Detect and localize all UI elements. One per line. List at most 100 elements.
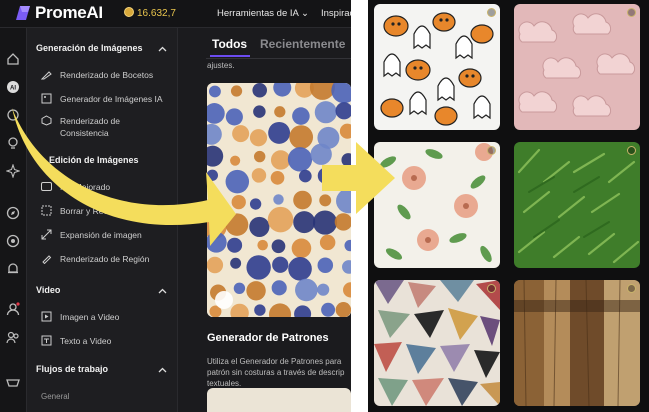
pattern-dot [289, 125, 314, 150]
pattern-dot [319, 194, 332, 207]
paint-icon[interactable] [6, 108, 20, 122]
pattern-dot [321, 302, 336, 317]
pattern-dot [230, 85, 243, 97]
pattern-dot [252, 83, 267, 98]
cloud-pattern [518, 13, 636, 117]
home-icon[interactable] [6, 52, 20, 66]
pattern-dot [231, 194, 246, 210]
previous-card-desc-tail: ajustes. [207, 61, 235, 70]
chevron-down-icon: ⌄ [298, 8, 309, 19]
pattern-dot [207, 195, 223, 211]
pattern-dot [293, 211, 316, 234]
pattern-dot [314, 101, 337, 124]
mosaic-pattern-tile[interactable] [374, 280, 500, 406]
floral-pattern-tile[interactable] [374, 142, 500, 268]
section-video[interactable]: Video [36, 285, 60, 295]
pattern-dot [207, 256, 224, 274]
card-title[interactable]: Generador de Patrones [207, 332, 329, 344]
logo-text[interactable]: PromeAI [35, 3, 103, 23]
pattern-dot [225, 169, 250, 194]
compass-icon[interactable] [6, 206, 20, 220]
pattern-dot [246, 281, 266, 301]
credits-balance[interactable]: 16.632,7 [124, 7, 176, 19]
sparkle-icon[interactable] [6, 164, 20, 178]
pattern-dot [207, 169, 219, 181]
badge-icon [487, 8, 496, 17]
pattern-dot [230, 257, 242, 269]
pattern-dot [233, 282, 246, 294]
bell-icon[interactable] [6, 262, 20, 276]
pattern-dot [270, 150, 291, 170]
pattern-dot [295, 278, 318, 302]
pattern-badge-icon [215, 291, 233, 309]
pattern-dot [271, 239, 286, 254]
icon-rail: AI [0, 28, 27, 412]
pattern-dot [227, 237, 243, 253]
pattern-dot [312, 210, 338, 235]
pattern-dot [299, 169, 312, 183]
badge-icon [627, 146, 636, 155]
grass-pattern-tile[interactable] [514, 142, 640, 268]
workflows-general-label[interactable]: General [41, 392, 69, 401]
pattern-dot [249, 198, 262, 210]
pattern-dot [293, 190, 312, 210]
pattern-dot [292, 107, 310, 125]
pattern-dot [273, 194, 284, 205]
ai-icon[interactable]: AI [6, 80, 20, 94]
chevron-up-icon[interactable] [158, 367, 167, 373]
pattern-dot [317, 167, 335, 184]
pattern-dot [271, 280, 287, 296]
tabs-divider [206, 58, 351, 59]
pattern-generator-card-image[interactable] [207, 83, 351, 317]
promeai-app-screenshot: PromeAI 16.632,7 Herramientas de IA ⌄ In… [0, 0, 351, 412]
cube-icon [41, 115, 52, 126]
coin-icon [124, 7, 134, 17]
pattern-dot [225, 108, 243, 126]
image-icon [41, 93, 52, 104]
section-image-editing[interactable]: Edición de Imágenes [49, 155, 139, 165]
pattern-dot [268, 121, 291, 144]
floral-pattern [379, 143, 493, 263]
halloween-pattern-tile[interactable] [374, 4, 500, 130]
pattern-preview [207, 83, 351, 317]
badge-icon [487, 284, 496, 293]
pattern-dot [232, 125, 250, 143]
pattern-dot [310, 143, 332, 165]
badge-icon [627, 8, 636, 17]
pattern-dot [317, 257, 334, 273]
lightbulb-icon[interactable] [6, 136, 20, 150]
next-card-image[interactable] [207, 388, 351, 412]
chevron-up-icon[interactable] [158, 288, 167, 294]
region-brush-icon [42, 255, 52, 264]
tab-recent[interactable]: Recientemente [260, 37, 345, 51]
tab-all[interactable]: Todos [212, 37, 247, 51]
pattern-dot [249, 216, 270, 238]
target-icon[interactable] [6, 234, 20, 248]
chevron-up-icon[interactable] [158, 46, 167, 52]
promeai-logo-icon[interactable] [14, 4, 32, 22]
basket-icon[interactable] [6, 374, 20, 388]
text-video-icon [41, 335, 52, 346]
pattern-dot [253, 105, 266, 118]
community-icon[interactable] [6, 330, 20, 344]
pattern-dot [267, 206, 294, 233]
pattern-dot [208, 85, 221, 98]
main-content: Todos Recientemente ajustes. Generador d… [178, 28, 351, 412]
pattern-dot [254, 304, 266, 316]
section-image-generation[interactable]: Generación de Imágenes [36, 43, 143, 53]
section-workflows[interactable]: Flujos de trabajo [36, 364, 108, 374]
cloud-pattern-tile[interactable] [514, 4, 640, 130]
pattern-dot [287, 147, 313, 172]
pattern-dot [270, 171, 285, 185]
nav-inspiration[interactable]: Inspiración [321, 8, 351, 19]
white-separator [351, 0, 368, 412]
nav-ai-tools[interactable]: Herramientas de IA ⌄ [217, 8, 309, 19]
pattern-dot [246, 255, 271, 280]
credits-value: 16.632,7 [137, 8, 176, 19]
user-icon[interactable] [6, 302, 20, 316]
pattern-dot [257, 239, 268, 251]
erase-icon [41, 205, 52, 216]
pattern-dot [291, 238, 312, 259]
pattern-dot [251, 168, 267, 183]
wood-pattern-tile[interactable] [514, 280, 640, 406]
